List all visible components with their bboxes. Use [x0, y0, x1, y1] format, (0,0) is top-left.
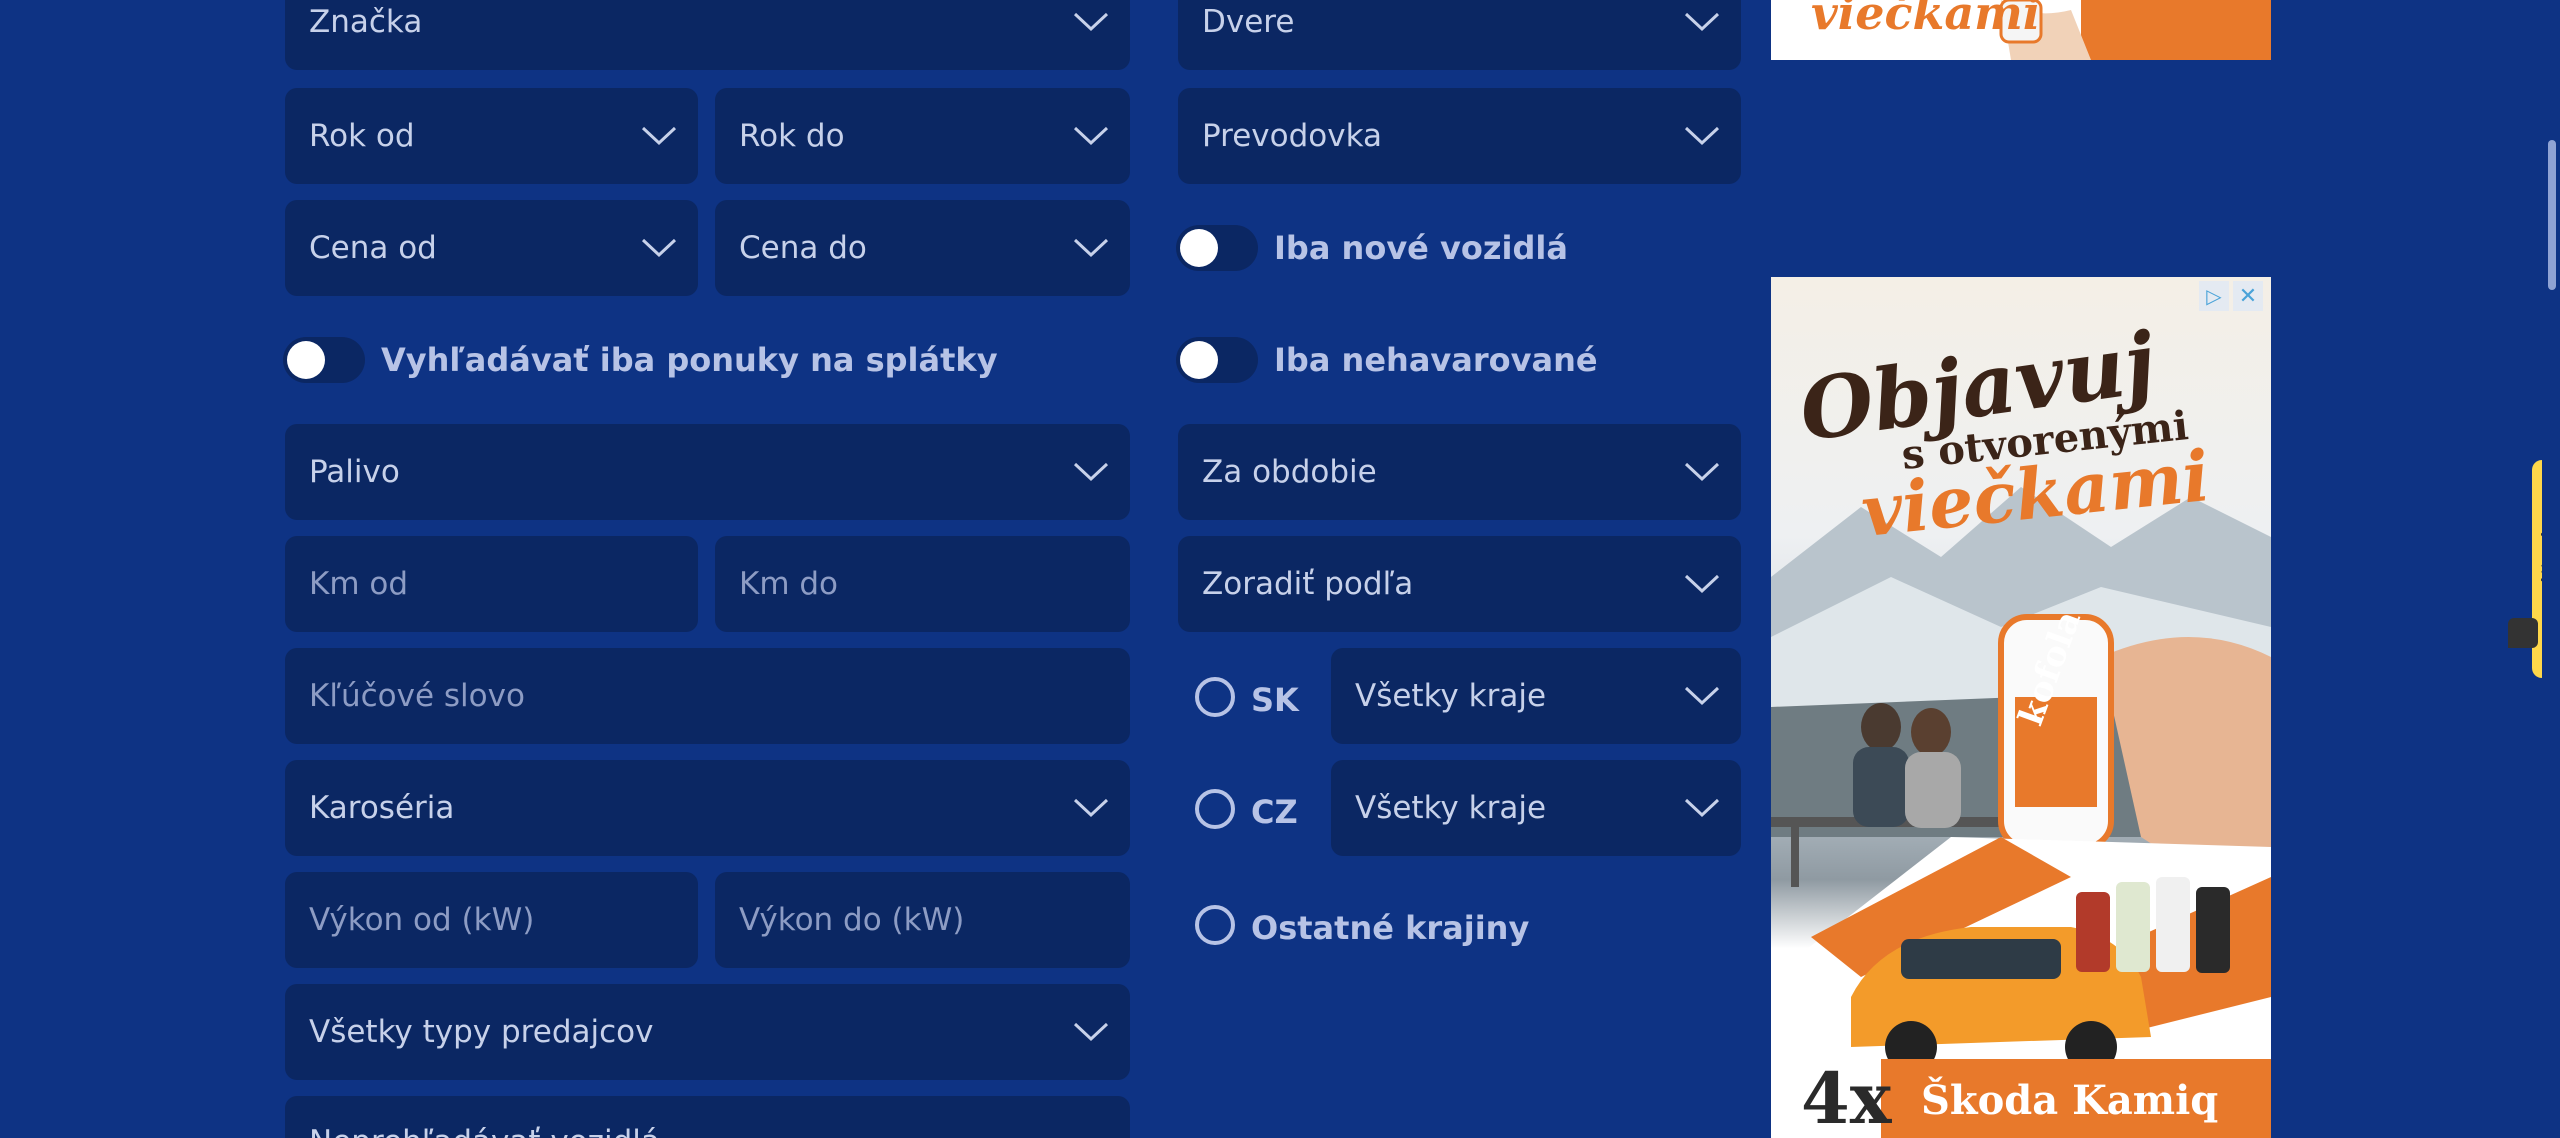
km-from-placeholder: Km od — [309, 566, 409, 602]
power-from-input[interactable]: Výkon od (kW) — [285, 872, 698, 968]
price-to-select[interactable]: Cena do — [715, 200, 1130, 296]
body-type-label: Karoséria — [309, 790, 455, 826]
cz-radio-label: CZ — [1251, 793, 1298, 831]
chevron-down-icon — [1684, 686, 1720, 706]
chevron-down-icon — [1073, 238, 1109, 258]
scrollbar-thumb[interactable] — [2548, 140, 2556, 290]
sk-regions-label: Všetky kraje — [1355, 678, 1547, 714]
chevron-down-icon — [641, 126, 677, 146]
sk-radio[interactable] — [1195, 677, 1235, 717]
ad-info-icon[interactable]: ▷ — [2199, 281, 2229, 311]
cz-regions-label: Všetky kraje — [1355, 790, 1547, 826]
transmission-label: Prevodovka — [1202, 118, 1382, 154]
sk-radio-label: SK — [1251, 681, 1299, 719]
doors-select[interactable]: Dvere — [1178, 0, 1741, 70]
fuel-select[interactable]: Palivo — [285, 424, 1130, 520]
chevron-down-icon — [1684, 462, 1720, 482]
year-to-select[interactable]: Rok do — [715, 88, 1130, 184]
chevron-down-icon — [1684, 12, 1720, 32]
no-accident-toggle-label: Iba nehavarované — [1274, 341, 1598, 379]
chevron-down-icon — [1684, 126, 1720, 146]
period-select[interactable]: Za obdobie — [1178, 424, 1741, 520]
power-to-input[interactable]: Výkon do (kW) — [715, 872, 1130, 968]
kofola-ad-banner[interactable]: ▷ ✕ Objavuj s otvorenými viečkami kofola… — [1771, 277, 2271, 1138]
chevron-down-icon — [1073, 462, 1109, 482]
no-accident-toggle[interactable] — [1176, 337, 1258, 383]
price-to-label: Cena do — [739, 230, 867, 266]
sort-select[interactable]: Zoradiť podľa — [1178, 536, 1741, 632]
new-only-toggle-label: Iba nové vozidlá — [1274, 229, 1568, 267]
top-ad-banner[interactable]: viečkami — [1771, 0, 2271, 60]
power-to-placeholder: Výkon do (kW) — [739, 902, 965, 938]
toggle-knob — [1180, 341, 1218, 379]
toggle-knob — [287, 341, 325, 379]
year-from-select[interactable]: Rok od — [285, 88, 698, 184]
power-from-placeholder: Výkon od (kW) — [309, 902, 535, 938]
chevron-down-icon — [1073, 1022, 1109, 1042]
new-only-toggle[interactable] — [1176, 225, 1258, 271]
price-from-label: Cena od — [309, 230, 437, 266]
ad-close-icon[interactable]: ✕ — [2233, 281, 2263, 311]
body-type-select[interactable]: Karoséria — [285, 760, 1130, 856]
ad-car-label: Škoda Kamiq — [1921, 1077, 2219, 1124]
other-countries-radio[interactable] — [1195, 905, 1235, 945]
doors-label: Dvere — [1202, 4, 1295, 40]
seller-type-select[interactable]: Všetky typy predajcov — [285, 984, 1130, 1080]
seller-type-label: Všetky typy predajcov — [309, 1014, 654, 1050]
brand-select[interactable]: Značka — [285, 0, 1130, 70]
cz-radio[interactable] — [1195, 789, 1235, 829]
toggle-knob — [1180, 229, 1218, 267]
other-countries-label: Ostatné krajiny — [1251, 909, 1530, 947]
feedback-smile-icon — [2508, 618, 2538, 648]
chevron-down-icon — [1684, 798, 1720, 818]
km-from-input[interactable]: Km od — [285, 536, 698, 632]
chevron-down-icon — [1073, 12, 1109, 32]
keyword-placeholder: Kľúčové slovo — [309, 678, 525, 714]
price-from-select[interactable]: Cena od — [285, 200, 698, 296]
fuel-label: Palivo — [309, 454, 400, 490]
scrollbar-track[interactable] — [2542, 0, 2560, 1138]
chevron-down-icon — [1684, 574, 1720, 594]
transmission-select[interactable]: Prevodovka — [1178, 88, 1741, 184]
period-label: Za obdobie — [1202, 454, 1377, 490]
chevron-down-icon — [1073, 798, 1109, 818]
next-select-partial[interactable]: Neprehľadávať vozidlá — [285, 1096, 1130, 1138]
year-from-label: Rok od — [309, 118, 415, 154]
keyword-input[interactable]: Kľúčové slovo — [285, 648, 1130, 744]
year-to-label: Rok do — [739, 118, 845, 154]
ad-count-label: 4x — [1801, 1057, 1892, 1138]
chevron-down-icon — [641, 238, 677, 258]
km-to-input[interactable]: Km do — [715, 536, 1130, 632]
sk-regions-select[interactable]: Všetky kraje — [1331, 648, 1741, 744]
next-select-label: Neprehľadávať vozidlá — [309, 1124, 660, 1138]
top-ad-text: viečkami — [1811, 0, 2041, 40]
installments-toggle[interactable] — [283, 337, 365, 383]
installments-toggle-label: Vyhľadávať iba ponuky na splátky — [381, 341, 998, 379]
chevron-down-icon — [1073, 126, 1109, 146]
km-to-placeholder: Km do — [739, 566, 839, 602]
sort-label: Zoradiť podľa — [1202, 566, 1414, 602]
brand-select-label: Značka — [309, 4, 423, 40]
cz-regions-select[interactable]: Všetky kraje — [1331, 760, 1741, 856]
